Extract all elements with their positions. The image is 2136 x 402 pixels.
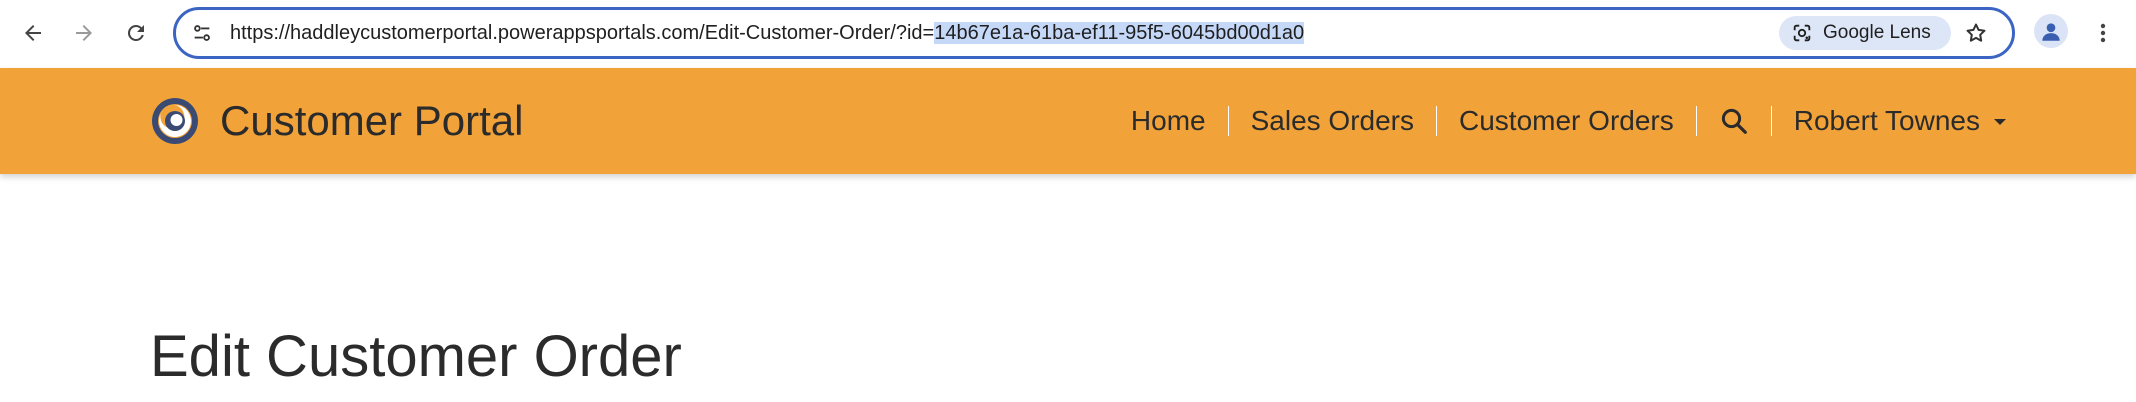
url-prefix: https://haddleycustomerportal.powerappsp… — [230, 22, 935, 44]
search-button[interactable] — [1697, 106, 1771, 136]
profile-button[interactable] — [2034, 14, 2068, 48]
address-bar[interactable]: https://haddleycustomerportal.powerappsp… — [173, 7, 2015, 59]
arrow-left-icon — [25, 25, 41, 41]
site-info-button[interactable] — [186, 17, 218, 49]
nav-home[interactable]: Home — [1109, 104, 1228, 138]
main-nav: Home Sales Orders Customer Orders Robert… — [1109, 68, 2006, 174]
url-text[interactable]: https://haddleycustomerportal.powerappsp… — [230, 10, 1305, 56]
reload-icon — [127, 24, 144, 41]
tune-icon — [194, 25, 210, 41]
brand-link[interactable]: Customer Portal — [150, 68, 523, 174]
forward-button[interactable] — [63, 12, 105, 54]
user-menu-dropdown[interactable]: Robert Townes — [1772, 104, 2006, 138]
arrow-right-icon — [76, 25, 92, 41]
browser-toolbar: https://haddleycustomerportal.powerappsp… — [0, 0, 2136, 68]
page-title: Edit Customer Order — [150, 324, 682, 389]
browser-menu-button[interactable] — [2088, 12, 2118, 54]
google-lens-button[interactable]: Google Lens — [1779, 16, 1951, 50]
search-icon — [1721, 108, 1747, 134]
star-icon — [1966, 23, 1986, 42]
more-vert-icon — [2100, 23, 2106, 43]
bookmark-button[interactable] — [1957, 14, 1995, 52]
google-lens-label: Google Lens — [1823, 22, 1931, 43]
nav-customer-orders[interactable]: Customer Orders — [1437, 104, 1696, 138]
user-name: Robert Townes — [1793, 105, 1980, 136]
back-button[interactable] — [12, 12, 54, 54]
brand-title: Customer Portal — [220, 97, 524, 144]
nav-sales-orders[interactable]: Sales Orders — [1229, 104, 1436, 138]
reload-button[interactable] — [115, 12, 157, 54]
portal-logo-icon — [152, 98, 198, 144]
caret-down-icon — [1994, 119, 2006, 125]
google-lens-icon — [1793, 24, 1811, 42]
portal-header: Customer Portal Home Sales Orders Custom… — [0, 68, 2136, 174]
person-icon — [2042, 23, 2060, 41]
url-selected-id: 14b67e1a-61ba-ef11-95f5-6045bd00d1a0 — [934, 22, 1305, 44]
